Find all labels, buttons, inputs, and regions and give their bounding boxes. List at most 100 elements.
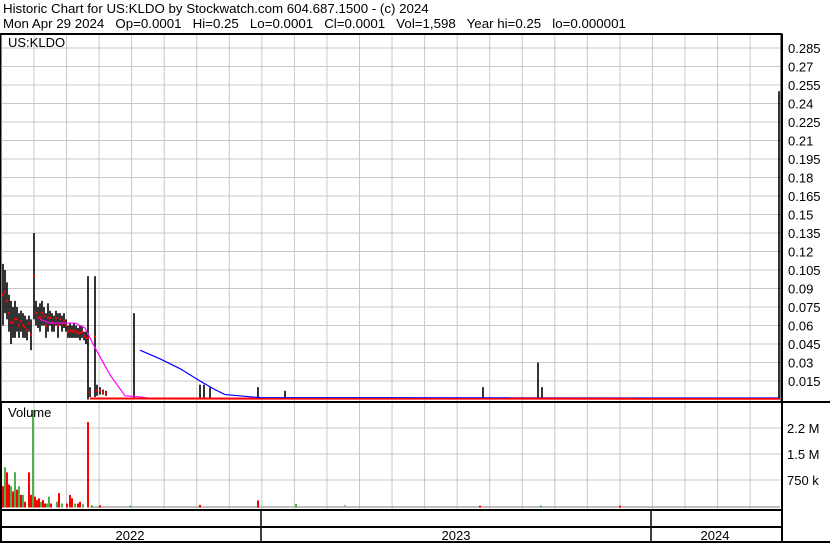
close-mark (105, 392, 107, 395)
close-mark (67, 330, 69, 333)
volume-tick-label: 750 k (787, 473, 819, 488)
volume-bar (28, 472, 30, 508)
volume-bar (8, 484, 10, 508)
volume-bar (71, 498, 73, 508)
price-tick-label: 0.21 (788, 134, 813, 149)
close-mark (43, 315, 45, 318)
close-mark (18, 324, 20, 327)
volume-bar (18, 486, 20, 508)
volume-bar (50, 503, 52, 508)
price-tick-label: 0.18 (788, 171, 813, 186)
close-mark (99, 389, 101, 392)
volume-bar (10, 486, 12, 508)
volume-bars (0, 409, 780, 508)
close-mark (28, 322, 30, 325)
price-tick-label: 0.195 (788, 152, 821, 167)
volume-bar (58, 493, 60, 508)
close-mark (30, 333, 32, 336)
price-tick-label: 0.09 (788, 282, 813, 297)
price-tick-label: 0.015 (788, 374, 821, 389)
close-mark (41, 312, 43, 315)
price-tick-label: 0.03 (788, 356, 813, 371)
close-mark (79, 331, 81, 334)
volume-bar (2, 486, 4, 508)
volume-bar (129, 505, 131, 508)
close-mark (35, 312, 37, 315)
volume-bar (99, 505, 101, 508)
close-mark (57, 324, 59, 327)
close-mark (33, 275, 35, 278)
volume-axis: 2.2 M 1.5 M 750 k (787, 421, 820, 488)
price-tick-label: 0.255 (788, 78, 821, 93)
volume-bar (540, 505, 542, 508)
volume-bar (61, 503, 63, 508)
close-mark (24, 325, 26, 328)
close-mark (16, 318, 18, 321)
close-mark (47, 316, 49, 319)
price-tick-label: 0.135 (788, 226, 821, 241)
volume-bar (74, 503, 76, 508)
volume-tick-label: 2.2 M (787, 421, 820, 436)
close-mark (45, 324, 47, 327)
close-mark (73, 329, 75, 332)
close-mark (39, 316, 41, 319)
close-mark (83, 335, 85, 338)
close-mark (12, 321, 14, 324)
volume-bar (14, 472, 16, 508)
close-mark (2, 293, 4, 296)
close-mark (26, 328, 28, 331)
grid (2, 35, 781, 509)
price-tick-label: 0.06 (788, 319, 813, 334)
close-mark (102, 391, 104, 394)
close-mark (8, 312, 10, 315)
year-label-2024: 2024 (701, 528, 730, 543)
price-tick-label: 0.165 (788, 189, 821, 204)
volume-bar (34, 496, 36, 508)
volume-bar (40, 501, 42, 508)
volume-bar (257, 500, 259, 508)
price-bars (2, 91, 780, 400)
close-mark (14, 318, 16, 321)
volume-bar (4, 467, 6, 508)
close-mark (20, 320, 22, 323)
close-mark (63, 319, 65, 322)
price-tick-label: 0.105 (788, 263, 821, 278)
volume-bar (91, 505, 93, 508)
volume-bar (199, 504, 201, 508)
volume-bar (69, 494, 71, 508)
price-tick-label: 0.12 (788, 245, 813, 260)
volume-bar (77, 503, 79, 508)
close-mark (65, 324, 67, 327)
volume-bar (22, 494, 24, 508)
price-tick-label: 0.27 (788, 60, 813, 75)
volume-bar (32, 409, 34, 508)
volume-bar (79, 501, 81, 508)
volume-bar (66, 503, 68, 508)
volume-bar (46, 503, 48, 508)
volume-bar (16, 489, 18, 508)
price-tick-label: 0.285 (788, 41, 821, 56)
volume-bar (42, 500, 44, 508)
year-label-2023: 2023 (442, 528, 471, 543)
volume-bar (56, 501, 58, 508)
moving-averages (39, 318, 781, 400)
close-mark (55, 317, 57, 320)
volume-bar (295, 503, 297, 508)
volume-tick-label: 1.5 M (787, 447, 820, 462)
close-mark (22, 324, 24, 327)
volume-bar (82, 504, 84, 508)
volume-bar (87, 422, 89, 508)
close-mark (69, 329, 71, 332)
close-mark (10, 321, 12, 324)
close-mark (96, 389, 98, 392)
volume-bar (12, 491, 14, 508)
volume-bar (44, 503, 46, 508)
volume-bar (38, 498, 40, 508)
volume-label: Volume (8, 405, 51, 420)
volume-bar (30, 494, 32, 508)
close-mark (37, 316, 39, 319)
close-mark (59, 318, 61, 321)
volume-bar (479, 505, 481, 508)
price-tick-label: 0.075 (788, 300, 821, 315)
close-mark (85, 336, 87, 339)
